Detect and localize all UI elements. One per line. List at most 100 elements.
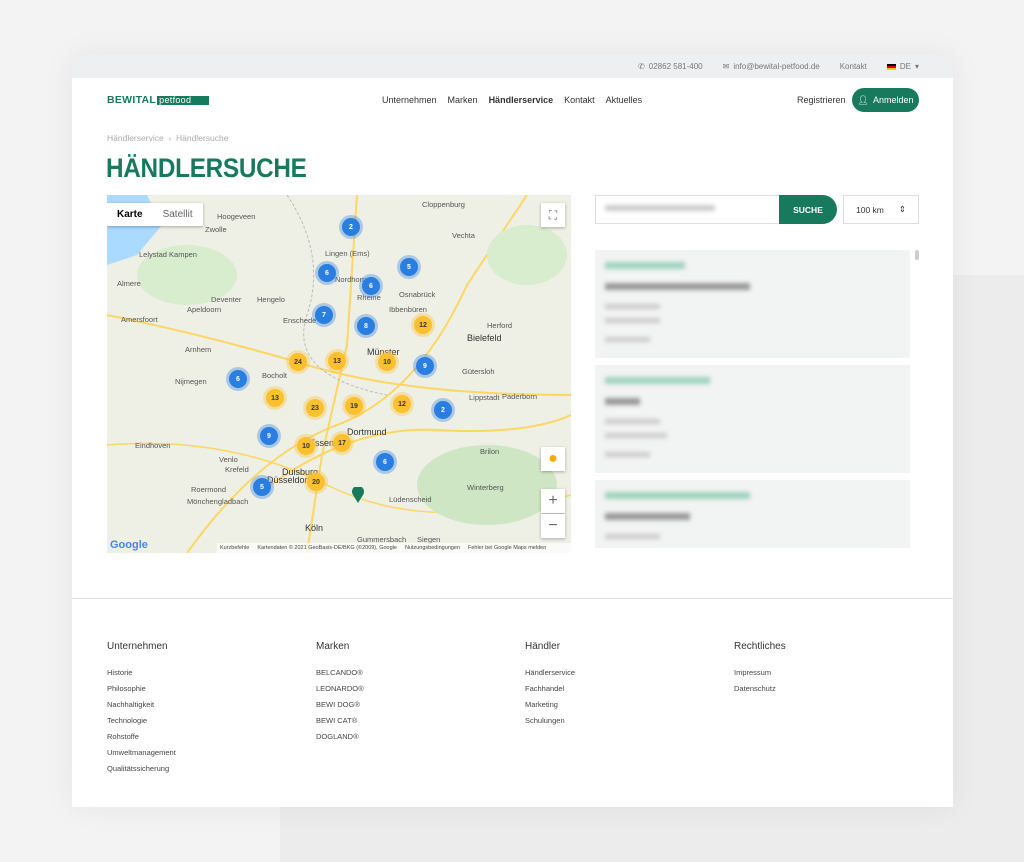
cluster-marker[interactable]: 9 — [260, 427, 278, 445]
cluster-marker[interactable]: 13 — [328, 352, 346, 370]
map-data-text: Kartendaten © 2021 GeoBasis-DE/BKG (©200… — [257, 545, 397, 551]
radius-select[interactable]: 100 km ⇕ — [843, 195, 919, 224]
contact-link[interactable]: Kontakt — [840, 62, 867, 71]
footer-link[interactable]: Qualitätssicherung — [107, 764, 307, 773]
dealer-card[interactable] — [595, 250, 910, 358]
footer-link[interactable]: BEWI CAT® — [316, 716, 516, 725]
city-label: Bielefeld — [467, 333, 502, 343]
email-link[interactable]: ✉ info@bewital-petfood.de — [723, 62, 820, 71]
footer-link[interactable]: Historie — [107, 668, 307, 677]
fullscreen-button[interactable]: ⛶ — [541, 203, 565, 227]
city-label: Mönchengladbach — [187, 497, 249, 506]
footer-link[interactable]: Händlerservice — [525, 668, 725, 677]
footer-column: Händler Händlerservice Fachhandel Marketing… — [525, 641, 725, 732]
footer-link[interactable]: Marketing — [525, 700, 725, 709]
breadcrumb-item[interactable]: Händlerservice — [107, 133, 164, 143]
location-search-input[interactable] — [595, 195, 780, 224]
terms-link[interactable]: Nutzungsbedingungen — [405, 545, 460, 551]
footer-link[interactable]: Schulungen — [525, 716, 725, 725]
footer-link[interactable]: Technologie — [107, 716, 307, 725]
footer-link[interactable]: BELCANDO® — [316, 668, 516, 677]
dealer-card[interactable] — [595, 480, 910, 548]
cluster-marker[interactable]: 10 — [378, 353, 396, 371]
cluster-marker[interactable]: 5 — [400, 258, 418, 276]
cluster-marker[interactable]: 6 — [362, 277, 380, 295]
city-label: Lingen (Ems) — [325, 249, 370, 258]
map-type-satellit[interactable]: Satellit — [153, 203, 203, 226]
cluster-marker[interactable]: 17 — [333, 434, 351, 452]
cluster-marker[interactable]: 19 — [345, 397, 363, 415]
cluster-marker[interactable]: 6 — [229, 370, 247, 388]
register-link[interactable]: Registrieren — [797, 95, 846, 105]
footer-heading: Marken — [316, 641, 350, 652]
cluster-marker[interactable]: 8 — [357, 317, 375, 335]
cluster-marker[interactable]: 13 — [266, 389, 284, 407]
logo[interactable]: BEWITAL petfood — [107, 94, 210, 106]
nav-aktuelles[interactable]: Aktuelles — [606, 95, 643, 105]
footer-heading: Unternehmen — [107, 641, 168, 652]
cluster-marker[interactable]: 2 — [434, 401, 452, 419]
footer-column: Unternehmen Historie Philosophie Nachhaltig… — [107, 641, 307, 780]
cluster-marker[interactable]: 12 — [393, 395, 411, 413]
footer-link[interactable]: Fachhandel — [525, 684, 725, 693]
nav-marken[interactable]: Marken — [448, 95, 478, 105]
zoom-out-button[interactable]: − — [541, 514, 565, 538]
zoom-in-button[interactable]: + — [541, 489, 565, 513]
map-type-karte[interactable]: Karte — [107, 203, 153, 226]
caret-down-icon: ▾ — [914, 62, 919, 71]
language-select[interactable]: DE ▾ — [886, 62, 919, 71]
city-label: Brilon — [480, 447, 500, 456]
city-label: Cloppenburg — [422, 200, 465, 209]
phone-link[interactable]: ✆ 02862 581-400 — [638, 62, 703, 71]
footer-link[interactable]: Datenschutz — [734, 684, 934, 693]
cluster-marker[interactable]: 12 — [414, 316, 432, 334]
cluster-marker[interactable]: 6 — [376, 453, 394, 471]
scrollbar[interactable] — [915, 250, 919, 260]
city-label: Bocholt — [262, 371, 288, 380]
footer-heading: Rechtliches — [734, 641, 786, 652]
dealer-card[interactable] — [595, 365, 910, 473]
footer-link[interactable]: Rohstoffe — [107, 732, 307, 741]
footer-link[interactable]: DOGLAND® — [316, 732, 516, 741]
cluster-marker[interactable]: 9 — [416, 357, 434, 375]
nav-haendlerservice[interactable]: Händlerservice — [489, 95, 554, 105]
footer-link[interactable]: Nachhaltigkeit — [107, 700, 307, 709]
footer-link[interactable]: LEONARDO® — [316, 684, 516, 693]
city-label: Paderborn — [502, 392, 538, 401]
breadcrumb-current: Händlersuche — [175, 133, 229, 143]
breadcrumb: Händlerservice › Händlersuche — [107, 133, 229, 143]
city-label: Deventer — [211, 295, 242, 304]
footer-link[interactable]: Umweltmanagement — [107, 748, 307, 757]
nav-unternehmen[interactable]: Unternehmen — [382, 95, 437, 105]
cluster-marker[interactable]: 24 — [289, 353, 307, 371]
fullscreen-icon: ⛶ — [548, 207, 558, 222]
cluster-marker[interactable]: 10 — [297, 437, 315, 455]
location-pin-icon[interactable] — [352, 487, 364, 503]
cluster-marker[interactable]: 20 — [307, 473, 325, 491]
cluster-marker[interactable]: 23 — [306, 399, 324, 417]
cluster-marker[interactable]: 2 — [342, 218, 360, 236]
login-button[interactable]: 👤︎ Anmelden — [852, 88, 919, 112]
map[interactable]: Hoogeveen Zwolle Lelystad Kampen Almere Apel… — [107, 195, 571, 553]
cluster-marker[interactable]: 7 — [315, 306, 333, 324]
page-title: HÄNDLERSUCHE — [106, 153, 307, 183]
cluster-marker[interactable]: 5 — [253, 478, 271, 496]
cluster-marker[interactable]: 6 — [318, 264, 336, 282]
city-label: Krefeld — [225, 465, 249, 474]
footer-link[interactable]: BEWI DOG® — [316, 700, 516, 709]
google-logo: Google — [110, 539, 148, 551]
city-label: Lelystad Kampen — [139, 250, 197, 259]
search-input-value-blurred — [605, 205, 715, 211]
footer-link[interactable]: Impressum — [734, 668, 934, 677]
nav-kontakt[interactable]: Kontakt — [564, 95, 595, 105]
city-label: Dortmund — [347, 427, 387, 437]
footer-link[interactable]: Philosophie — [107, 684, 307, 693]
shortcuts-link[interactable]: Kurzbefehle — [220, 545, 249, 551]
dealer-list[interactable] — [595, 250, 919, 548]
report-error-link[interactable]: Fehler bei Google Maps melden — [468, 545, 546, 551]
pegman-button[interactable]: ● — [541, 447, 565, 471]
search-button[interactable]: SUCHE — [779, 195, 837, 224]
map-attribution: Kurzbefehle Kartendaten © 2021 GeoBasis-… — [217, 543, 571, 553]
city-label: Köln — [305, 523, 324, 533]
city-label: Düsseldorf — [267, 475, 311, 485]
